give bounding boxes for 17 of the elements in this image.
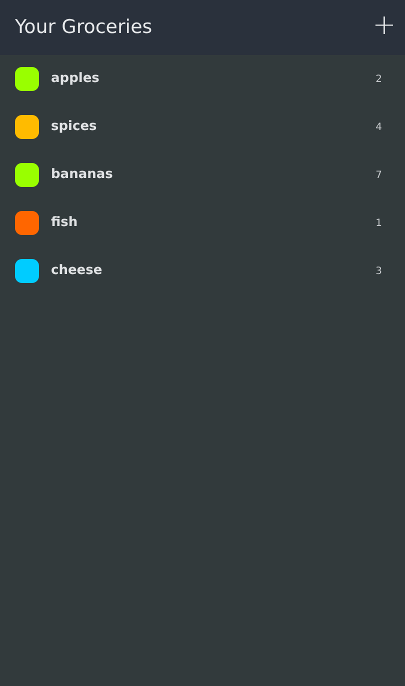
- grocery-item[interactable]: apples 2: [0, 55, 405, 103]
- item-name: cheese: [51, 262, 104, 280]
- grocery-item[interactable]: fish 1: [0, 199, 405, 247]
- item-count: 2: [376, 72, 382, 86]
- item-count: 3: [376, 264, 382, 278]
- add-button[interactable]: +: [372, 10, 396, 44]
- item-count: 7: [376, 168, 382, 182]
- item-name: apples: [51, 70, 100, 88]
- item-name: spices: [51, 118, 98, 136]
- item-count: 4: [376, 120, 382, 134]
- item-name: bananas: [51, 166, 114, 184]
- grocery-item[interactable]: cheese 3: [0, 247, 405, 295]
- item-name: fish: [51, 214, 79, 232]
- item-count: 1: [376, 216, 382, 230]
- grocery-item[interactable]: spices 4: [0, 103, 405, 151]
- grocery-item[interactable]: bananas 7: [0, 151, 405, 199]
- header-title: Your Groceries: [15, 15, 152, 40]
